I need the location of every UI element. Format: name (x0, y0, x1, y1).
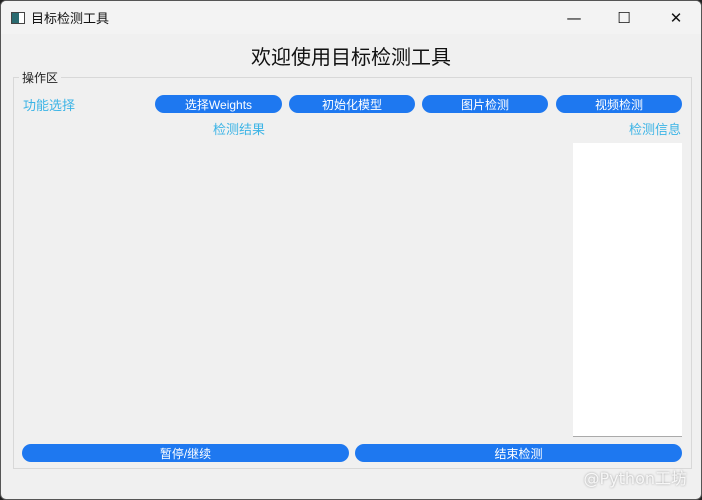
stop-detect-button[interactable]: 结束检测 (355, 444, 682, 462)
group-title: 操作区 (19, 69, 62, 86)
image-detect-button[interactable]: 图片检测 (422, 95, 548, 113)
window-title: 目标检测工具 (31, 12, 110, 27)
video-detect-button[interactable]: 视频检测 (556, 95, 682, 113)
pause-resume-button[interactable]: 暂停/继续 (22, 444, 349, 462)
title-bar: 目标检测工具 — ☐ ✕ (1, 1, 701, 34)
close-button[interactable]: ✕ (653, 1, 699, 34)
main-window: 目标检测工具 — ☐ ✕ 欢迎使用目标检测工具 操作区 功能选择 选择Weigh… (0, 0, 702, 500)
function-label: 功能选择 (23, 99, 76, 114)
init-model-button[interactable]: 初始化模型 (289, 95, 415, 113)
page-title: 欢迎使用目标检测工具 (251, 45, 451, 69)
app-icon (11, 11, 25, 24)
maximize-button[interactable]: ☐ (601, 1, 647, 34)
detection-info-textbox[interactable] (573, 143, 682, 437)
info-label: 检测信息 (629, 123, 682, 138)
watermark: @Python工坊 (583, 469, 687, 488)
result-label: 检测结果 (213, 123, 266, 138)
minimize-button[interactable]: — (551, 1, 597, 34)
select-weights-button[interactable]: 选择Weights (155, 95, 282, 113)
